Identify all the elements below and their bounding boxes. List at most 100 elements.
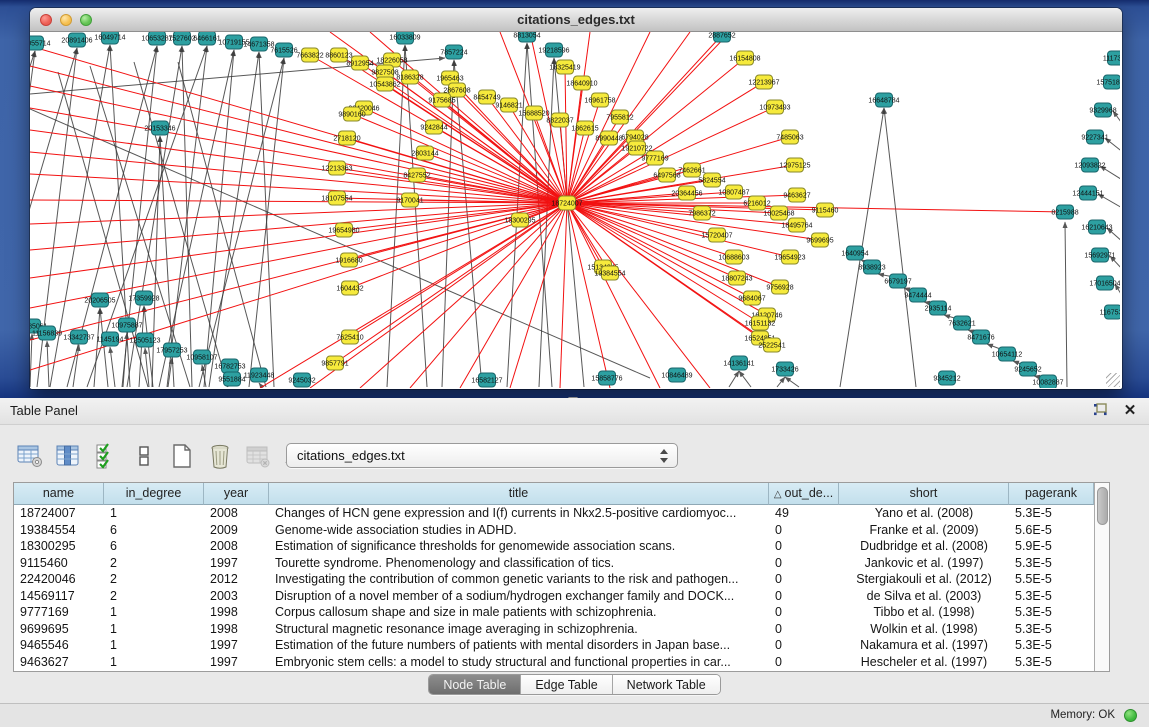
memory-ok-indicator[interactable] bbox=[1124, 709, 1137, 722]
delete-column-button[interactable] bbox=[204, 440, 236, 472]
edge[interactable] bbox=[259, 383, 262, 387]
graph-node-selected[interactable]: 9756928 bbox=[766, 280, 793, 294]
edge[interactable] bbox=[110, 347, 115, 387]
show-columns-button[interactable] bbox=[52, 440, 84, 472]
graph-node[interactable]: 15751874 bbox=[1096, 75, 1120, 89]
graph-node-selected[interactable]: 9857791 bbox=[321, 356, 348, 370]
graph-node-selected[interactable]: 8427552 bbox=[403, 168, 430, 182]
edge-selected[interactable] bbox=[510, 203, 567, 388]
table-row[interactable]: 911546021997Tourette syndrome. Phenomeno… bbox=[14, 555, 1094, 572]
graph-node-selected[interactable]: 7955812 bbox=[606, 110, 633, 124]
tab-edge-table[interactable]: Edge Table bbox=[521, 675, 612, 694]
graph-node[interactable]: 1117364 bbox=[1103, 51, 1120, 65]
edge[interactable] bbox=[94, 308, 100, 387]
edge-selected[interactable] bbox=[30, 203, 567, 224]
edge[interactable] bbox=[729, 371, 739, 387]
table-vertical-scrollbar[interactable] bbox=[1094, 483, 1109, 671]
graph-node-selected[interactable]: 5824554 bbox=[698, 173, 725, 187]
graph-node[interactable]: 14136141 bbox=[723, 356, 754, 370]
graph-node-selected[interactable]: 18107554 bbox=[321, 191, 352, 205]
minimize-window-button[interactable] bbox=[60, 14, 72, 26]
table-selector-dropdown[interactable]: citations_edges.txt bbox=[286, 443, 678, 468]
graph-node-selected[interactable]: 7485063 bbox=[776, 130, 803, 144]
graph-node-selected[interactable]: 16961758 bbox=[584, 93, 615, 107]
graph-node[interactable]: 17957253 bbox=[156, 343, 187, 357]
graph-node[interactable]: 8813054 bbox=[513, 32, 540, 42]
graph-node-selected[interactable]: 9115460 bbox=[812, 203, 839, 217]
graph-node[interactable]: 9474444 bbox=[904, 288, 931, 302]
graph-node[interactable]: 8471676 bbox=[967, 330, 994, 344]
column-header-pagerank[interactable]: pagerank bbox=[1009, 483, 1094, 505]
graph-node-selected[interactable]: 7462661 bbox=[678, 163, 705, 177]
network-window-titlebar[interactable]: citations_edges.txt bbox=[30, 8, 1122, 32]
column-header-in_degree[interactable]: in_degree bbox=[104, 483, 204, 505]
graph-node[interactable]: 16582127 bbox=[471, 373, 502, 387]
column-header-out_de[interactable]: △out_de... bbox=[769, 483, 839, 505]
graph-node[interactable]: 7632621 bbox=[948, 316, 975, 330]
edge-selected[interactable] bbox=[30, 130, 567, 203]
edge-selected[interactable] bbox=[30, 66, 567, 203]
graph-node-selected[interactable]: 9699695 bbox=[806, 233, 833, 247]
graph-node-selected[interactable]: 18640910 bbox=[566, 76, 597, 90]
graph-node[interactable]: 19218596 bbox=[538, 43, 569, 57]
graph-node[interactable]: 1167531 bbox=[1100, 305, 1120, 319]
graph-node-selected[interactable]: 20364456 bbox=[671, 186, 702, 200]
edge-selected[interactable] bbox=[567, 203, 752, 298]
edge[interactable] bbox=[249, 58, 284, 387]
graph-node[interactable]: 12444151 bbox=[1072, 186, 1103, 200]
graph-node[interactable]: 17016504 bbox=[1089, 276, 1120, 290]
graph-node-selected[interactable]: 12213967 bbox=[748, 75, 779, 89]
edge-selected[interactable] bbox=[567, 192, 734, 203]
create-column-button[interactable] bbox=[166, 440, 198, 472]
graph-node[interactable]: 14055714 bbox=[30, 36, 51, 50]
graph-node-selected[interactable]: 9463627 bbox=[783, 188, 810, 202]
graph-node-selected[interactable]: 1916680 bbox=[335, 253, 362, 267]
edge[interactable] bbox=[777, 377, 785, 387]
edge-selected[interactable] bbox=[30, 203, 567, 250]
column-header-title[interactable]: title bbox=[269, 483, 769, 505]
graph-node[interactable]: 11923448 bbox=[244, 368, 275, 382]
graph-node-selected[interactable]: 19654923 bbox=[774, 250, 805, 264]
graph-node[interactable]: 10654112 bbox=[992, 347, 1023, 361]
select-all-columns-button[interactable] bbox=[90, 440, 122, 472]
zoom-window-button[interactable] bbox=[80, 14, 92, 26]
graph-node[interactable]: 9245652 bbox=[1014, 362, 1041, 376]
graph-node-selected[interactable]: 7625410 bbox=[336, 330, 363, 344]
edge[interactable] bbox=[30, 334, 32, 387]
table-row[interactable]: 946554611997Estimation of the future num… bbox=[14, 637, 1094, 654]
graph-node[interactable]: 16210643 bbox=[1081, 220, 1112, 234]
float-panel-button[interactable] bbox=[1091, 402, 1109, 420]
graph-node[interactable]: 16033809 bbox=[389, 32, 420, 44]
edge-selected[interactable] bbox=[425, 153, 567, 203]
graph-node-selected[interactable]: 2718120 bbox=[333, 131, 360, 145]
table-row[interactable]: 1872400712008Changes of HCN gene express… bbox=[14, 505, 1094, 522]
table-row[interactable]: 977716911998Corpus callosum shape and si… bbox=[14, 604, 1094, 621]
graph-node[interactable]: 1527602 bbox=[168, 32, 195, 45]
delete-table-button[interactable] bbox=[242, 440, 274, 472]
scrollbar-thumb[interactable] bbox=[1097, 487, 1108, 525]
graph-node-selected[interactable]: 19654980 bbox=[328, 223, 359, 237]
close-panel-button[interactable]: ✕ bbox=[1121, 402, 1139, 420]
edge[interactable] bbox=[1065, 222, 1067, 387]
graph-node-selected[interactable]: 10688603 bbox=[718, 250, 749, 264]
graph-node[interactable]: 16648784 bbox=[868, 93, 899, 107]
graph-node-selected[interactable]: 15720407 bbox=[701, 228, 732, 242]
graph-node[interactable]: 9227341 bbox=[1081, 130, 1108, 144]
graph-node-selected[interactable]: 8990448 bbox=[595, 131, 622, 145]
graph-node[interactable]: 9551884 bbox=[218, 372, 245, 386]
graph-node[interactable]: 20891406 bbox=[61, 33, 92, 47]
column-header-year[interactable]: year bbox=[204, 483, 269, 505]
edge-selected[interactable] bbox=[260, 203, 567, 388]
edge[interactable] bbox=[209, 52, 259, 387]
edge[interactable] bbox=[884, 108, 916, 387]
edge-selected[interactable] bbox=[560, 203, 567, 388]
graph-node[interactable]: 9329968 bbox=[1089, 103, 1116, 117]
network-graph-canvas[interactable]: 1405571420891406160497141065328715276026… bbox=[30, 32, 1120, 388]
window-resize-grip[interactable] bbox=[1106, 373, 1120, 387]
graph-node[interactable]: 1733426 bbox=[771, 362, 798, 376]
graph-node-selected[interactable]: 7986372 bbox=[688, 206, 715, 220]
graph-node[interactable]: 9345212 bbox=[933, 371, 960, 385]
edge[interactable] bbox=[739, 371, 751, 387]
edge[interactable] bbox=[145, 348, 149, 387]
graph-node[interactable]: 9245032 bbox=[288, 373, 315, 387]
